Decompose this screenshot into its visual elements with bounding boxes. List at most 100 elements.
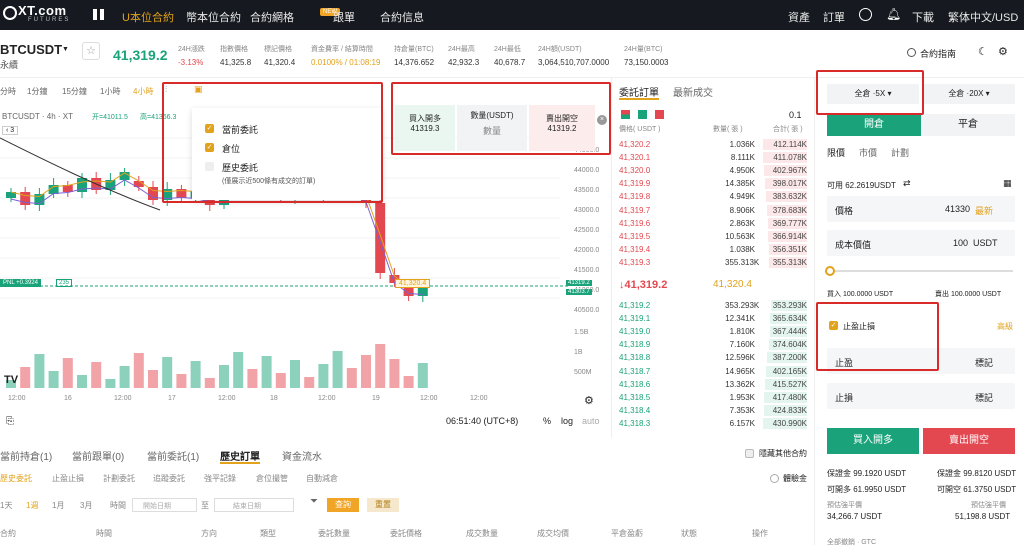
range-1d[interactable]: 1天 — [0, 500, 12, 511]
logo-icon[interactable] — [3, 6, 17, 20]
symbol-name[interactable]: BTCUSDT — [0, 42, 62, 57]
tab-open-orders[interactable]: 當前委託(1) — [147, 448, 199, 463]
ob-bid-row[interactable]: 41,318.4 7.353K 424.833K — [613, 404, 813, 417]
ob-bid-row[interactable]: 41,318.9 7.160K 374.604K — [613, 338, 813, 351]
type-limit[interactable]: 限價 — [827, 146, 845, 159]
subtab-history[interactable]: 歷史委託 — [0, 473, 32, 484]
nav-lang[interactable]: 繁体中文/USD — [948, 9, 1018, 25]
calculator-icon[interactable]: ▦ — [1003, 178, 1012, 189]
ob-view-asks-icon[interactable] — [655, 110, 664, 119]
ob-view-both-icon[interactable] — [621, 110, 630, 119]
bottom-option[interactable]: 全部撤銷 · GTC — [827, 537, 876, 545]
ob-bid-row[interactable]: 41,319.1 12.341K 365.634K — [613, 312, 813, 325]
subtab-position[interactable]: 倉位撮管 — [256, 473, 288, 484]
subtab-tpsl[interactable]: 止盈止損 — [52, 473, 84, 484]
bell-icon[interactable]: 🔔︎ — [886, 7, 901, 21]
log-toggle[interactable]: log — [561, 416, 573, 426]
nav-usdm[interactable]: U本位合約 — [122, 9, 174, 25]
ob-bid-row[interactable]: 41,318.3 6.157K 430.990K — [613, 417, 813, 430]
tab-history[interactable]: 歷史訂單 — [220, 448, 260, 463]
nav-copy[interactable]: 跟單 — [333, 9, 355, 25]
nav-orders[interactable]: 訂單 — [823, 9, 845, 25]
apps-icon[interactable] — [93, 9, 104, 20]
tf-15m[interactable]: 15分鐘 — [62, 86, 87, 97]
nav-coinm[interactable]: 幣本位合約 — [186, 9, 241, 25]
tf-line[interactable]: 分時 — [0, 86, 16, 97]
auto-toggle[interactable]: auto — [582, 416, 600, 426]
ob-ask-row[interactable]: 41,319.6 2.863K 369.777K — [613, 217, 813, 230]
ob-ask-row[interactable]: 41,319.4 1.038K 356.351K — [613, 243, 813, 256]
reset-button[interactable]: 重置 — [367, 498, 399, 512]
chevron-down-icon[interactable]: ▼ — [62, 46, 69, 53]
star-icon[interactable]: ☆ — [82, 42, 100, 60]
tab-funds[interactable]: 資金流水 — [282, 448, 322, 463]
ob-ask-row[interactable]: 41,320.0 4.950K 402.967K — [613, 164, 813, 177]
tf-1h[interactable]: 1小時 — [100, 86, 120, 97]
ob-ask-row[interactable]: 41,319.5 10.563K 366.914K — [613, 230, 813, 243]
ob-bid-row[interactable]: 41,318.8 12.596K 387.200K — [613, 351, 813, 364]
ob-bid-row[interactable]: 41,318.5 1.953K 417.480K — [613, 391, 813, 404]
end-date-input[interactable]: 結束日期 — [214, 498, 294, 512]
subtab-plan[interactable]: 計劃委託 — [103, 473, 135, 484]
ob-bid-row[interactable]: 41,319.0 1.810K 367.444K — [613, 325, 813, 338]
gear-icon[interactable]: ⚙ — [998, 45, 1008, 58]
start-date-input[interactable]: 開始日期 — [132, 498, 197, 512]
subtab-adl[interactable]: 自動減倉 — [306, 473, 338, 484]
ob-view-bids-icon[interactable] — [638, 110, 647, 119]
range-3m[interactable]: 3月 — [80, 500, 92, 511]
slider-handle[interactable] — [825, 266, 835, 276]
tf-4h[interactable]: 4小時 — [133, 86, 153, 97]
price-latest[interactable]: 最新 — [975, 204, 993, 217]
nav-grid[interactable]: 合約網格 — [250, 9, 294, 25]
nav-download[interactable]: 下載 — [912, 9, 934, 25]
price-input[interactable]: 價格 41330 最新 — [827, 196, 1015, 222]
subtab-trail[interactable]: 追蹤委託 — [153, 473, 185, 484]
tab-copy[interactable]: 當前跟單(0) — [72, 448, 124, 463]
tab-trades[interactable]: 最新成交 — [673, 84, 713, 99]
type-market[interactable]: 市價 — [859, 146, 877, 159]
radio-icon[interactable] — [770, 474, 779, 483]
tab-close[interactable]: 平倉 — [921, 114, 1015, 136]
checkbox-unchecked-icon[interactable] — [745, 449, 754, 458]
nav-info[interactable]: 合約信息 — [380, 9, 424, 25]
leverage-right[interactable]: 全倉 ·20X ▾ — [923, 84, 1015, 104]
transfer-icon[interactable]: ⇄ — [903, 178, 911, 189]
logo[interactable]: XT.com — [18, 3, 67, 18]
ob-step[interactable]: 0.1 — [789, 110, 802, 120]
guide-link[interactable]: 合約指南 — [920, 47, 956, 60]
trial-fund[interactable]: 體驗金 — [783, 473, 807, 484]
ob-ask-row[interactable]: 41,320.2 1.036K 412.114K — [613, 138, 813, 151]
advanced-link[interactable]: 高級 — [997, 321, 1013, 332]
gear-icon[interactable]: ⚙ — [584, 394, 594, 407]
cost-unit[interactable]: USDT — [973, 238, 998, 248]
screenshot-icon[interactable]: ⎘ — [6, 416, 14, 427]
nav-assets[interactable]: 資產 — [788, 9, 810, 25]
range-1m[interactable]: 1月 — [52, 500, 64, 511]
tab-open[interactable]: 開倉 — [827, 114, 921, 136]
moon-icon[interactable]: ☾ — [978, 45, 988, 58]
ob-ask-row[interactable]: 41,320.1 8.111K 411.078K — [613, 151, 813, 164]
query-button[interactable]: 查詢 — [327, 498, 359, 512]
tab-orderbook[interactable]: 委託訂單 — [619, 84, 659, 99]
ob-bid-row[interactable]: 41,318.7 14.965K 402.165K — [613, 365, 813, 378]
user-icon[interactable] — [859, 8, 872, 21]
filter-icon[interactable]: ⏷ — [310, 496, 318, 507]
ob-bid-row[interactable]: 41,318.6 13.362K 415.527K — [613, 378, 813, 391]
ob-bid-row[interactable]: 41,319.2 353.293K 353.293K — [613, 299, 813, 312]
hide-other[interactable]: 隱藏其他合約 — [759, 448, 807, 459]
ob-ask-row[interactable]: 41,319.7 8.906K 378.683K — [613, 204, 813, 217]
cost-input[interactable]: 成本價值 100 USDT — [827, 230, 1015, 256]
amount-slider[interactable] — [829, 270, 1013, 272]
ob-ask-row[interactable]: 41,319.8 4.949K 383.632K — [613, 190, 813, 203]
sl-mark[interactable]: 標記 — [975, 391, 993, 404]
percent-toggle[interactable]: % — [543, 416, 551, 426]
tp-mark[interactable]: 標記 — [975, 356, 993, 369]
ob-ask-row[interactable]: 41,319.3 355.313K 355.313K — [613, 256, 813, 269]
subtab-liq[interactable]: 強平記錄 — [204, 473, 236, 484]
buy-long-button[interactable]: 買入開多 — [827, 428, 919, 454]
ob-ask-row[interactable]: 41,319.9 14.385K 398.017K — [613, 177, 813, 190]
sell-short-button[interactable]: 賣出開空 — [923, 428, 1015, 454]
tf-1m[interactable]: 1分鐘 — [27, 86, 47, 97]
compass-icon[interactable] — [907, 48, 916, 57]
tab-positions[interactable]: 當前持倉(1) — [0, 448, 52, 463]
